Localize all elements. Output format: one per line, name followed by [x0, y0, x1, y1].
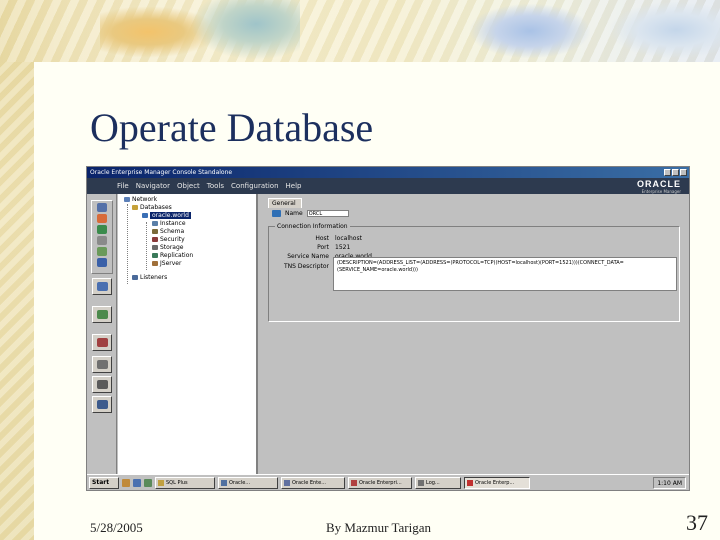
tree-node-jserver[interactable]: JServer — [152, 260, 181, 267]
navigator-icon[interactable] — [97, 203, 107, 212]
menu-navigator[interactable]: Navigator — [136, 182, 170, 190]
taskbar-item[interactable]: SQL Plus — [155, 476, 215, 489]
minimize-button[interactable] — [664, 169, 671, 176]
instance-icon — [152, 221, 158, 226]
console-body: Network Databases oracle.world Instance … — [87, 194, 689, 476]
maximize-button[interactable] — [672, 169, 679, 176]
app-icon — [418, 479, 424, 486]
help-icon — [96, 400, 108, 409]
host-value: localhost — [335, 235, 362, 242]
help-button[interactable] — [92, 396, 112, 413]
window-title: Oracle Enterprise Manager Console Standa… — [90, 169, 233, 176]
app-icon — [221, 479, 227, 486]
jobs-button[interactable] — [92, 278, 112, 295]
tree-connector — [127, 204, 128, 284]
taskbar-item[interactable]: Oracle... — [218, 476, 278, 489]
tree-node-schema[interactable]: Schema — [152, 228, 184, 235]
replication-icon — [152, 253, 158, 258]
tree-node-replication[interactable]: Replication — [152, 252, 193, 259]
oracle-icon — [467, 479, 473, 486]
storage-icon — [152, 245, 158, 250]
wizard-button[interactable] — [92, 376, 112, 393]
leaf-decoration — [190, 0, 300, 60]
network-icon — [124, 197, 130, 202]
detail-pane: General Name ORCL Connection Information… — [260, 194, 689, 476]
quicklaunch-icon[interactable] — [133, 478, 141, 487]
tree-node-storage[interactable]: Storage — [152, 244, 183, 251]
system-clock: 1:10 AM — [653, 476, 686, 489]
databases-folder-icon — [132, 205, 138, 210]
footer-author: By Mazmur Tarigan — [326, 520, 431, 535]
wizard-icon — [96, 380, 108, 389]
app-icon — [351, 479, 357, 486]
slide-title: Operate Database — [90, 105, 374, 150]
window-titlebar[interactable]: Oracle Enterprise Manager Console Standa… — [87, 167, 689, 178]
database-icon — [272, 210, 281, 217]
navigator-tree: Network Databases oracle.world Instance … — [118, 194, 258, 476]
service-management-icon[interactable] — [97, 236, 107, 245]
menu-file[interactable]: File — [117, 182, 129, 190]
jobs-icon — [96, 282, 108, 291]
start-button[interactable]: Start — [89, 476, 119, 489]
change-management-icon[interactable] — [97, 258, 107, 267]
port-value: 1521 — [335, 244, 351, 251]
oracle-logo: ORACLE — [637, 179, 681, 189]
schema-icon — [152, 229, 158, 234]
menu-object[interactable]: Object — [177, 182, 200, 190]
tree-node-listeners[interactable]: Listeners — [132, 274, 167, 281]
tree-node-databases[interactable]: Databases — [132, 204, 172, 211]
name-field[interactable]: ORCL — [306, 210, 349, 217]
database-icon — [142, 213, 148, 218]
leaf-decoration — [610, 2, 720, 58]
jserver-icon — [152, 261, 158, 266]
taskbar-item[interactable]: Oracle Enterpri... — [348, 476, 412, 489]
taskbar-item[interactable]: Oracle Ente... — [281, 476, 345, 489]
footer-date: 5/28/2005 — [90, 520, 143, 535]
window-controls — [664, 169, 689, 176]
tab-general[interactable]: General — [268, 198, 302, 208]
database-tools-icon[interactable] — [97, 214, 107, 223]
menu-help[interactable]: Help — [286, 182, 302, 190]
port-row: Port 1521 — [317, 244, 351, 251]
oem-console-window: Oracle Enterprise Manager Console Standa… — [86, 166, 690, 491]
taskbar-item[interactable]: Log... — [415, 476, 461, 489]
reports-button[interactable] — [92, 334, 112, 351]
windows-taskbar: Start SQL Plus Oracle... Oracle Ente... … — [87, 474, 689, 490]
tool-drawer — [91, 200, 113, 274]
groups-button[interactable] — [92, 356, 112, 373]
menu-bar: File Navigator Object Tools Configuratio… — [87, 178, 689, 194]
reports-icon — [96, 338, 108, 347]
tree-node-network[interactable]: Network — [124, 196, 157, 203]
tuning-icon[interactable] — [97, 247, 107, 256]
tns-descriptor-label: TNS Descriptor — [283, 263, 329, 270]
events-button[interactable] — [92, 306, 112, 323]
tree-connector — [146, 222, 147, 270]
slide-left-border — [0, 0, 34, 540]
quicklaunch-icon[interactable] — [144, 478, 152, 487]
host-row: Host localhost — [315, 235, 362, 242]
security-icon — [152, 237, 158, 242]
quicklaunch-icon[interactable] — [122, 478, 130, 487]
tree-node-database-selected[interactable]: oracle.world — [142, 212, 191, 219]
connection-information-title: Connection Information — [275, 223, 350, 230]
groups-icon — [96, 360, 108, 369]
menu-tools[interactable]: Tools — [207, 182, 224, 190]
name-row: Name ORCL — [272, 210, 349, 217]
left-toolbar — [87, 194, 117, 476]
app-icon — [284, 479, 290, 486]
connection-information-group: Connection Information Host localhost Por… — [268, 223, 680, 322]
tns-descriptor-field[interactable]: (DESCRIPTION=(ADDRESS_LIST=(ADDRESS=(PRO… — [333, 257, 677, 291]
events-icon — [96, 310, 108, 319]
listeners-icon — [132, 275, 138, 280]
taskbar-item-active[interactable]: Oracle Enterp... — [464, 476, 530, 489]
leaf-decoration — [470, 4, 590, 58]
tree-node-instance[interactable]: Instance — [152, 220, 186, 227]
diagnostics-icon[interactable] — [97, 225, 107, 234]
name-label: Name — [285, 210, 303, 217]
tree-node-security[interactable]: Security — [152, 236, 185, 243]
folder-icon — [158, 479, 164, 486]
page-number: 37 — [686, 510, 708, 535]
menu-configuration[interactable]: Configuration — [231, 182, 278, 190]
close-button[interactable] — [680, 169, 687, 176]
